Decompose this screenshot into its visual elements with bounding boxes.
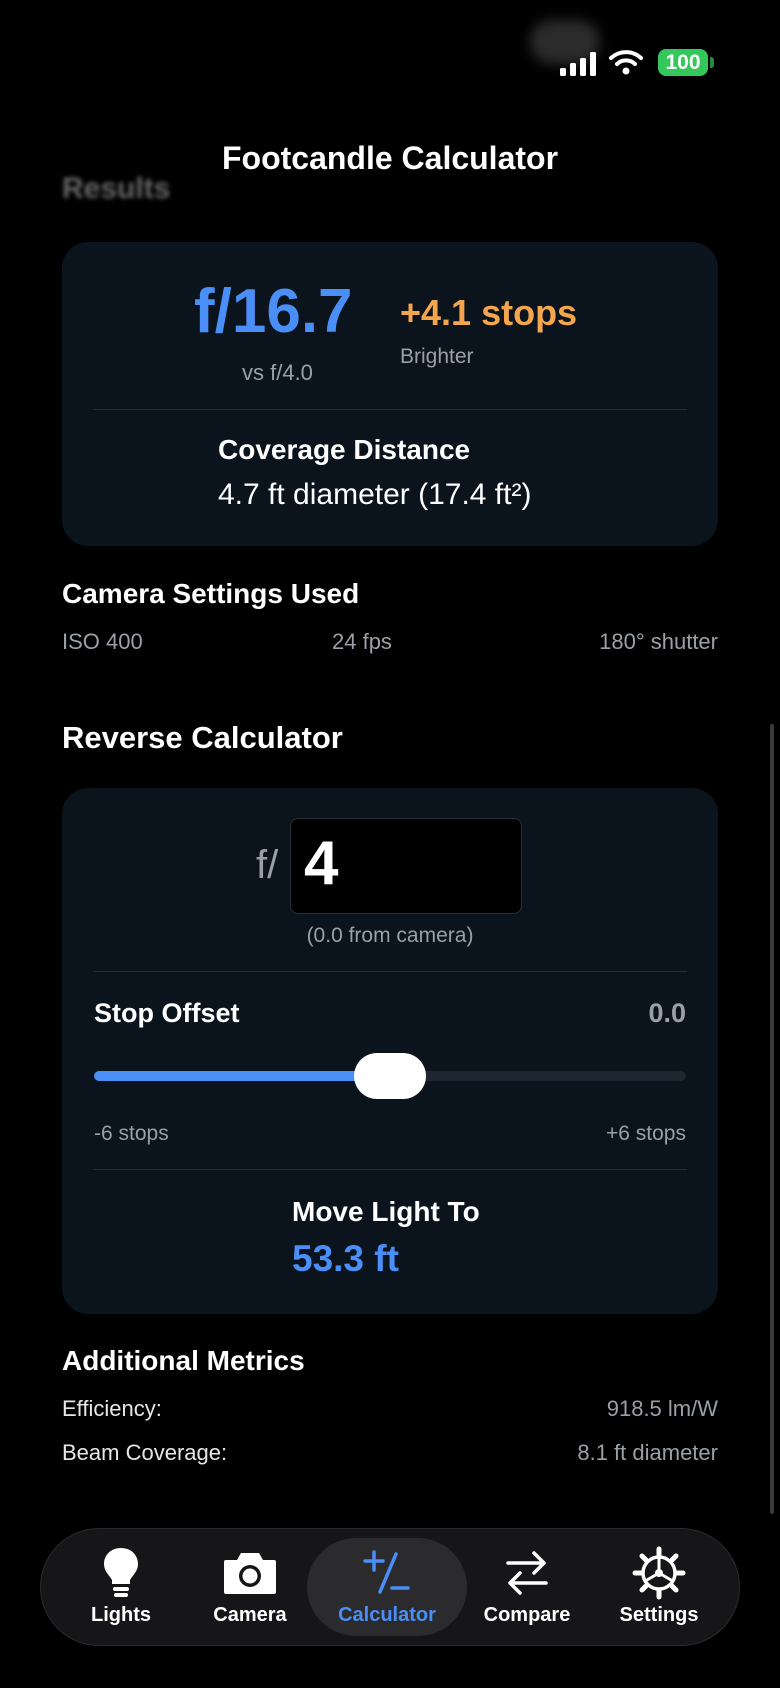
stop-offset-value: 0.0	[648, 998, 686, 1028]
move-light-label: Move Light To	[292, 1196, 480, 1227]
gear-icon	[632, 1546, 686, 1600]
tab-compare-label: Compare	[483, 1604, 571, 1626]
camera-settings-heading: Camera Settings Used	[62, 578, 360, 609]
battery-indicator: 100	[658, 49, 708, 76]
stop-offset-label: Stop Offset	[94, 998, 240, 1028]
iso-value: ISO 400	[62, 629, 143, 654]
stops-caption: Brighter	[400, 345, 474, 368]
from-camera-note: (0.0 from camera)	[306, 924, 474, 947]
wifi-icon	[609, 50, 643, 75]
efficiency-label: Efficiency:	[62, 1396, 162, 1421]
reverse-calculator-heading: Reverse Calculator	[62, 720, 343, 755]
tab-settings-label: Settings	[619, 1604, 699, 1626]
cellular-signal-icon	[560, 52, 596, 76]
tab-camera-label: Camera	[213, 1604, 287, 1626]
stops-difference: +4.1 stops	[400, 292, 578, 333]
tab-lights[interactable]: Lights	[51, 1538, 191, 1636]
beam-coverage-label: Beam Coverage:	[62, 1440, 228, 1465]
f-stop-input-value: 4	[304, 829, 339, 898]
lightbulb-icon	[104, 1548, 138, 1597]
tab-settings[interactable]: Settings	[589, 1538, 729, 1636]
tab-camera[interactable]: Camera	[180, 1538, 320, 1636]
reverse-divider-top	[93, 971, 687, 972]
move-light-distance: 53.3 ft	[292, 1238, 399, 1279]
camera-icon	[224, 1553, 276, 1594]
slider-min-label: -6 stops	[94, 1122, 169, 1145]
arrows-swap-icon	[506, 1551, 548, 1595]
f-prefix: f/	[256, 843, 279, 887]
fps-value: 24 fps	[332, 629, 392, 654]
efficiency-value: 918.5 lm/W	[606, 1396, 718, 1421]
tab-compare[interactable]: Compare	[457, 1538, 597, 1636]
efficiency-row: Efficiency: 918.5 lm/W	[62, 1396, 718, 1422]
tab-calculator-label: Calculator	[338, 1604, 436, 1626]
additional-metrics-heading: Additional Metrics	[62, 1345, 305, 1376]
f-stop-result: f/16.7	[194, 277, 353, 346]
comparison-f-stop: vs f/4.0	[242, 360, 313, 385]
beam-coverage-row: Beam Coverage: 8.1 ft diameter	[62, 1440, 718, 1466]
results-divider	[93, 409, 687, 410]
coverage-value: 4.7 ft diameter (17.4 ft²)	[218, 478, 532, 511]
scrollbar[interactable]	[770, 724, 774, 1514]
reverse-divider-bottom	[93, 1169, 687, 1170]
stop-offset-slider-thumb[interactable]	[354, 1053, 426, 1099]
scrolled-section-heading: Results	[62, 172, 171, 205]
battery-tip	[710, 57, 714, 68]
coverage-label: Coverage Distance	[218, 434, 471, 465]
page-title: Footcandle Calculator	[221, 140, 559, 176]
shutter-value: 180° shutter	[599, 629, 718, 654]
stop-offset-slider-fill	[94, 1071, 390, 1081]
tab-lights-label: Lights	[91, 1604, 151, 1626]
beam-coverage-value: 8.1 ft diameter	[577, 1440, 718, 1465]
tab-calculator[interactable]: Calculator	[307, 1538, 467, 1636]
slider-max-label: +6 stops	[606, 1122, 686, 1145]
plus-minus-icon	[363, 1550, 410, 1594]
